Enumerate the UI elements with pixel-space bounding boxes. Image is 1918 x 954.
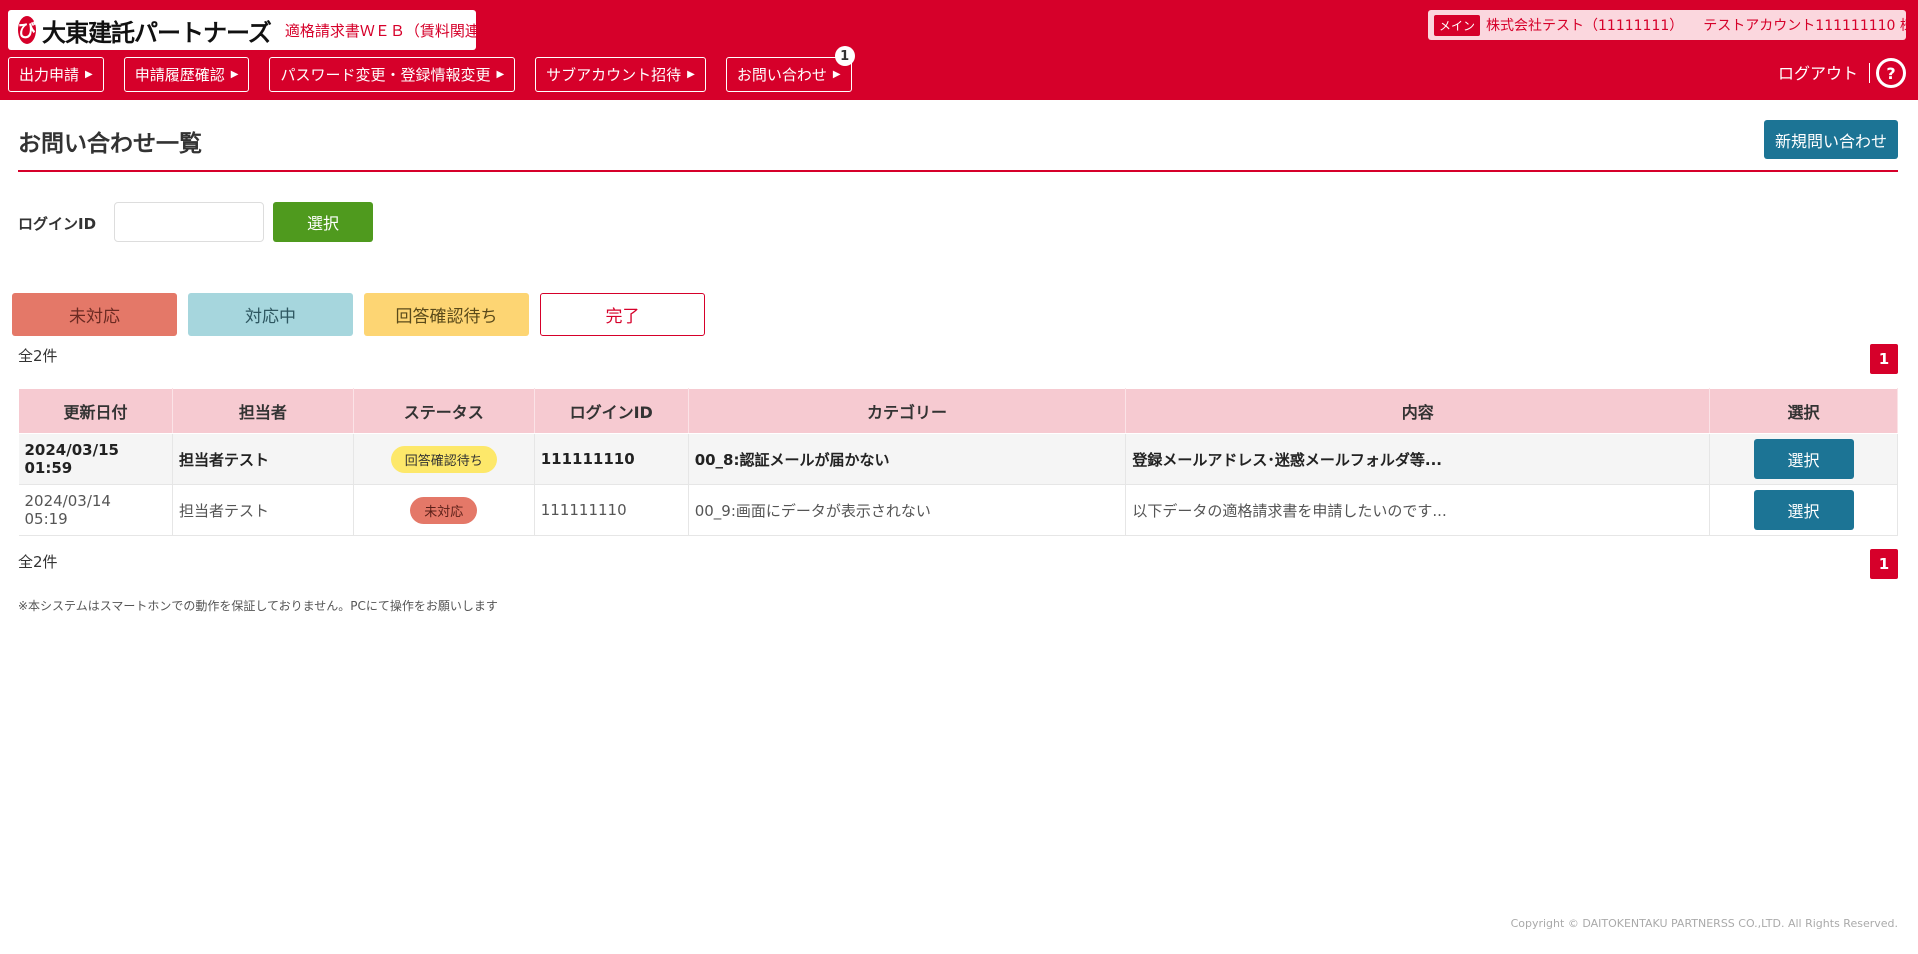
account-company: 株式会社テスト（11111111） xyxy=(1486,18,1684,34)
nav-label: 申請履歴確認 xyxy=(134,66,225,84)
brand-subtitle: 適格請求書ＷＥＢ（賃料関連） xyxy=(284,21,495,40)
date-cell: 2024/03/14 05:19 xyxy=(18,484,173,536)
category-cell: 00_9:画面にデータが表示されない xyxy=(688,484,1127,536)
nav-label: サブアカウント招待 xyxy=(546,66,682,84)
status-cell: 回答確認待ち xyxy=(353,433,535,485)
action-cell: 選択 xyxy=(1709,433,1898,485)
action-cell: 選択 xyxy=(1709,484,1898,536)
status-cell: 未対応 xyxy=(353,484,535,536)
main-nav: 出力申請 ▶ 申請履歴確認 ▶ パスワード変更・登録情報変更 ▶ サブアカウント… xyxy=(8,46,872,92)
table-row: 2024/03/14 05:19 担当者テスト 未対応 111111110 00… xyxy=(18,484,1898,536)
notification-badge: 1 xyxy=(834,46,855,66)
time-value: 01:59 xyxy=(24,459,73,477)
nav-label: お問い合わせ xyxy=(736,66,827,84)
staff-cell: 担当者テスト xyxy=(172,433,354,485)
inquiry-table: 更新日付 担当者 ステータス ログインID カテゴリー 内容 選択 2024/0… xyxy=(18,388,1898,536)
filter-unhandled[interactable]: 未対応 xyxy=(12,293,177,336)
smartphone-notice: ※本システムはスマートホンでの動作を保証しておりません。PCにて操作をお願いしま… xyxy=(18,599,498,613)
column-header[interactable]: カテゴリー xyxy=(687,388,1127,434)
pagination-page-1[interactable]: 1 xyxy=(1870,344,1898,374)
date-cell: 2024/03/15 01:59 xyxy=(18,433,173,485)
caret-right-icon: ▶ xyxy=(496,69,505,80)
account-user: テストアカウント111111110 様 xyxy=(1703,18,1914,34)
date-value: 2024/03/14 xyxy=(24,492,111,510)
column-header[interactable]: ステータス xyxy=(352,388,535,434)
content-cell: 以下データの適格請求書を申請したいのです... xyxy=(1125,484,1710,536)
nav-inquiries[interactable]: お問い合わせ ▶ 1 xyxy=(725,46,855,92)
nav-label: 出力申請 xyxy=(19,66,80,84)
filter-completed[interactable]: 完了 xyxy=(540,293,705,336)
login-id-label: ログインID xyxy=(18,215,97,233)
caret-right-icon: ▶ xyxy=(85,69,93,80)
row-select-button[interactable]: 選択 xyxy=(1753,439,1854,479)
login-id-cell: 111111110 xyxy=(534,484,689,536)
column-header: 選択 xyxy=(1709,388,1898,434)
row-select-button[interactable]: 選択 xyxy=(1753,490,1854,530)
logout-link[interactable]: ログアウト xyxy=(1778,60,1858,84)
nav-output-request[interactable]: 出力申請 ▶ xyxy=(8,57,104,92)
help-button[interactable]: ? xyxy=(1876,58,1906,88)
app-header: び 大東建託パートナーズ 適格請求書ＷＥＢ（賃料関連） メイン 株式会社テスト（… xyxy=(0,0,1918,100)
filter-in-progress[interactable]: 対応中 xyxy=(188,293,353,336)
title-divider xyxy=(18,170,1898,172)
main-account-tag: メイン xyxy=(1434,14,1481,36)
result-count: 全2件 xyxy=(18,347,58,365)
nav-subaccount-invite[interactable]: サブアカウント招待 ▶ xyxy=(535,57,706,92)
status-badge: 未対応 xyxy=(410,496,478,524)
column-header[interactable]: 内容 xyxy=(1125,388,1710,434)
category-cell: 00_8:認証メールが届かない xyxy=(688,433,1127,485)
staff-cell: 担当者テスト xyxy=(172,484,354,536)
nav-password-change[interactable]: パスワード変更・登録情報変更 ▶ xyxy=(269,57,516,92)
pagination-page-1-bottom[interactable]: 1 xyxy=(1870,549,1898,579)
table-row: 2024/03/15 01:59 担当者テスト 回答確認待ち 111111110… xyxy=(18,433,1898,485)
caret-right-icon: ▶ xyxy=(687,69,695,80)
caret-right-icon: ▶ xyxy=(832,69,841,80)
column-header[interactable]: 担当者 xyxy=(171,388,354,434)
login-id-input[interactable] xyxy=(114,202,264,242)
column-header[interactable]: 更新日付 xyxy=(18,388,173,434)
brand-logo[interactable]: び 大東建託パートナーズ 適格請求書ＷＥＢ（賃料関連） xyxy=(8,10,495,50)
column-header[interactable]: ログインID xyxy=(533,388,689,434)
table-header-row: 更新日付 担当者 ステータス ログインID カテゴリー 内容 選択 xyxy=(18,388,1898,434)
new-inquiry-button[interactable]: 新規問い合わせ xyxy=(1764,120,1898,159)
header-separator xyxy=(1869,63,1870,83)
account-info: メイン 株式会社テスト（11111111） テストアカウント111111110 … xyxy=(1428,10,1914,40)
content-cell: 登録メールアドレス･迷惑メールフォルダ等... xyxy=(1125,433,1710,485)
logo-icon: び xyxy=(18,16,36,44)
time-value: 05:19 xyxy=(24,510,68,528)
copyright: Copyright © DAITOKENTAKU PARTNERSS CO.,L… xyxy=(1510,917,1898,930)
status-filters: 未対応 対応中 回答確認待ち 完了 xyxy=(12,293,716,336)
nav-label: パスワード変更・登録情報変更 xyxy=(280,66,491,84)
nav-request-history[interactable]: 申請履歴確認 ▶ xyxy=(123,57,250,92)
status-badge: 回答確認待ち xyxy=(390,445,497,473)
help-icon: ? xyxy=(1879,61,1903,85)
result-count-bottom: 全2件 xyxy=(18,553,58,571)
filter-awaiting-confirmation[interactable]: 回答確認待ち xyxy=(364,293,529,336)
login-id-cell: 111111110 xyxy=(534,433,689,485)
date-value: 2024/03/15 xyxy=(24,441,119,459)
caret-right-icon: ▶ xyxy=(230,69,239,80)
page-title: お問い合わせ一覧 xyxy=(18,131,202,157)
login-select-button[interactable]: 選択 xyxy=(273,202,373,242)
logo-text: 大東建託パートナーズ xyxy=(42,18,272,47)
